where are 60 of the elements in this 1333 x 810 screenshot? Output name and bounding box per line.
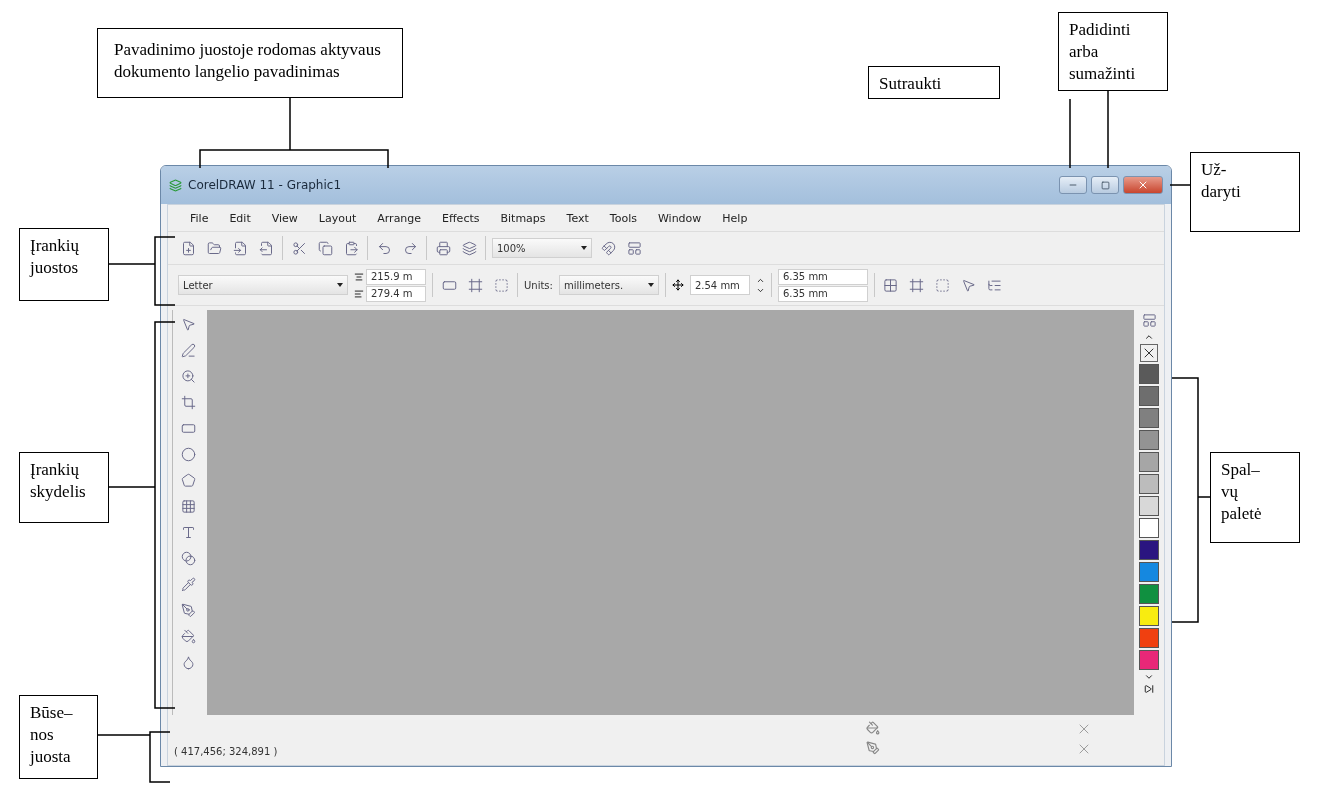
color-swatch[interactable] — [1139, 628, 1159, 648]
scroll-up-icon[interactable] — [1144, 332, 1154, 342]
menu-item[interactable]: Help — [716, 211, 763, 225]
color-swatch[interactable] — [1139, 518, 1159, 538]
color-swatch[interactable] — [1139, 650, 1159, 670]
outline-pen-icon — [866, 741, 880, 755]
color-swatch[interactable] — [1139, 496, 1159, 516]
leader-line — [1169, 184, 1191, 186]
zoom-dropdown[interactable]: 100% — [492, 238, 592, 258]
menu-item[interactable]: Tools — [603, 211, 652, 225]
scroll-down-icon[interactable] — [1144, 672, 1154, 682]
menu-item[interactable]: Text — [560, 211, 604, 225]
close-button[interactable] — [1123, 176, 1163, 194]
color-swatch[interactable] — [1139, 430, 1159, 450]
menu-item[interactable]: Window — [651, 211, 717, 225]
color-swatch[interactable] — [1139, 452, 1159, 472]
window-title: CorelDRAW 11 - Graphic1 — [188, 178, 342, 192]
callout-text: Padidinti arba sumažinti — [1058, 12, 1168, 91]
callout-text: Įrankių skydelis — [19, 452, 109, 523]
nudge-field[interactable]: 2.54 mm — [689, 275, 750, 295]
menu-item[interactable]: View — [265, 211, 313, 225]
leader-line — [1069, 98, 1071, 169]
fill-bucket-icon — [866, 721, 880, 735]
duplicate-x-field[interactable]: 6.35 mm — [777, 268, 868, 285]
palette-end-icon[interactable] — [1144, 684, 1154, 694]
callout-text: Įrankių juostos — [19, 228, 109, 301]
menu-item[interactable]: File — [184, 211, 224, 225]
menu-item[interactable]: Edit — [223, 211, 266, 225]
minimize-button[interactable] — [1059, 176, 1087, 194]
callout-text: Pavadinimo juostoje rodomas aktyvaus dokumento langelio pavadinimas — [97, 28, 403, 98]
maximize-button[interactable] — [1091, 176, 1119, 194]
app-logo-icon — [169, 178, 182, 192]
callout-text: Už- daryti — [1190, 152, 1300, 232]
maximize-icon — [1100, 180, 1110, 190]
no-color-icon[interactable] — [1140, 344, 1158, 362]
paper-size-dropdown[interactable]: Letter — [178, 275, 348, 295]
menu-item[interactable]: Bitmaps — [494, 211, 561, 225]
menu-item[interactable]: Layout — [312, 211, 372, 225]
callout-text: Spal– vų paletė — [1210, 452, 1300, 543]
height-field[interactable]: 279.4 m — [366, 285, 426, 302]
leader-line — [108, 236, 176, 306]
callout-text: Sutraukti — [868, 66, 1000, 99]
menu-item[interactable]: Arrange — [371, 211, 437, 225]
units-label: Units: — [524, 279, 553, 291]
color-swatch[interactable] — [1139, 606, 1159, 626]
color-swatch[interactable] — [1139, 364, 1159, 384]
color-swatch[interactable] — [1139, 562, 1159, 582]
duplicate-y-field[interactable]: 6.35 mm — [777, 285, 868, 302]
units-dropdown[interactable]: millimeters. — [558, 275, 659, 295]
callout-text: Būse– nos juosta — [19, 695, 98, 779]
cursor-coordinates: ( 417,456; 324,891 ) — [174, 746, 278, 757]
color-swatch[interactable] — [1139, 540, 1159, 560]
color-swatch[interactable] — [1139, 584, 1159, 604]
color-swatch[interactable] — [1139, 408, 1159, 428]
width-field[interactable]: 215.9 m — [366, 268, 426, 285]
color-swatch[interactable] — [1139, 474, 1159, 494]
nudge-icon — [671, 279, 684, 291]
menu-item[interactable]: Effects — [436, 211, 495, 225]
close-icon — [1137, 179, 1149, 191]
color-swatch[interactable] — [1139, 386, 1159, 406]
